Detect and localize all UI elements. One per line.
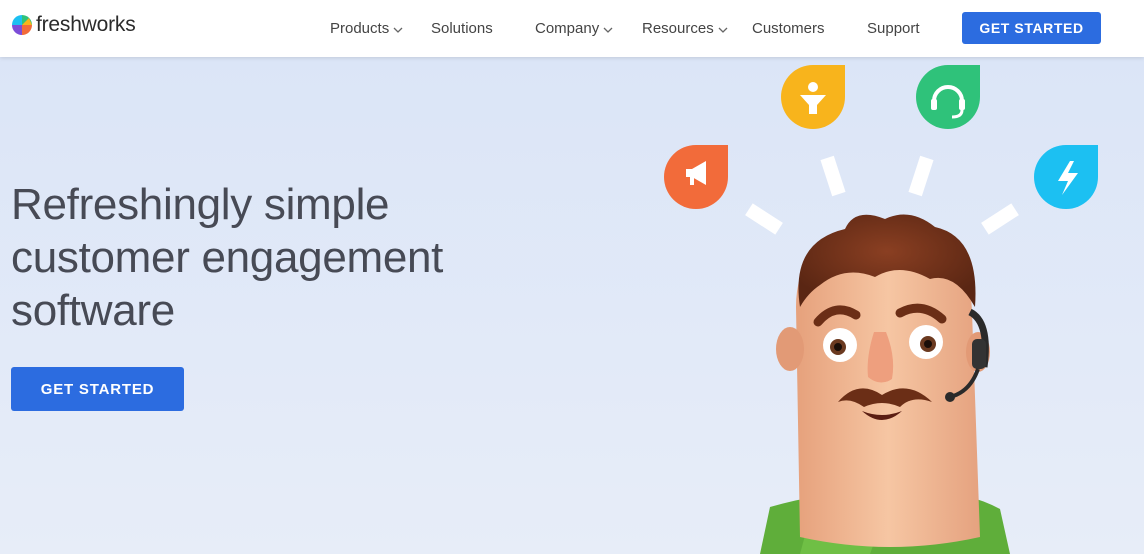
chevron-down-icon bbox=[393, 27, 403, 33]
chevron-down-icon bbox=[603, 27, 613, 33]
nav-item-label: Products bbox=[330, 20, 390, 37]
logo-text: freshworks bbox=[36, 13, 136, 36]
nav-item-company[interactable]: Company bbox=[535, 19, 613, 39]
nav-item-solutions[interactable]: Solutions bbox=[431, 19, 493, 39]
hero-headline: Refreshingly simple customer engagement … bbox=[11, 178, 531, 337]
nav-item-label: Customers bbox=[752, 20, 825, 37]
headline-line: customer engagement bbox=[11, 233, 444, 282]
headline-line: software bbox=[11, 286, 175, 335]
freshworks-logo[interactable]: freshworks bbox=[11, 14, 136, 36]
nav-item-products[interactable]: Products bbox=[330, 19, 403, 39]
freshworks-logo-icon bbox=[12, 15, 32, 35]
nav-item-support[interactable]: Support bbox=[867, 19, 920, 39]
hero-illustration bbox=[664, 65, 1098, 554]
headline-line: Refreshingly simple bbox=[11, 180, 390, 229]
top-navbar: freshworks Products Solutions Company Re… bbox=[0, 0, 1144, 57]
nav-item-label: Solutions bbox=[431, 20, 493, 37]
chevron-down-icon bbox=[718, 27, 728, 33]
lightning-icon bbox=[1034, 145, 1098, 209]
nav-item-label: Company bbox=[535, 20, 600, 37]
nav-item-label: Support bbox=[867, 20, 920, 37]
funnel-person-icon bbox=[781, 65, 845, 129]
hero-get-started-button[interactable]: GET STARTED bbox=[11, 367, 184, 411]
megaphone-icon bbox=[664, 145, 728, 209]
nav-item-customers[interactable]: Customers bbox=[752, 19, 825, 39]
nav-item-resources[interactable]: Resources bbox=[642, 19, 728, 39]
nav-get-started-button[interactable]: GET STARTED bbox=[962, 12, 1101, 44]
nav-item-label: Resources bbox=[642, 20, 714, 37]
headset-icon bbox=[916, 65, 980, 129]
